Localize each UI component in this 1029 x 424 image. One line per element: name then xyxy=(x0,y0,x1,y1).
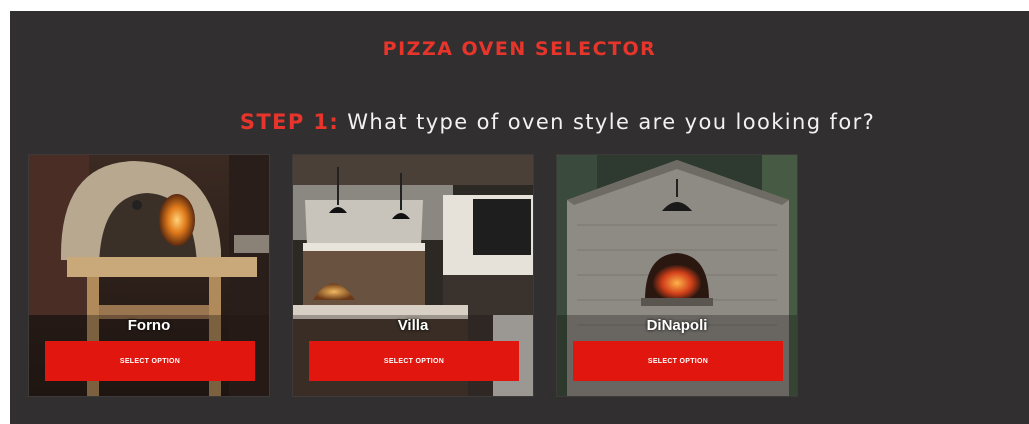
option-card-villa[interactable]: Villa SELECT OPTION xyxy=(292,154,534,397)
page-title: PIZZA OVEN SELECTOR xyxy=(382,38,657,60)
option-card-dinapoli[interactable]: DiNapoli SELECT OPTION xyxy=(556,154,798,397)
step-question-text: What type of oven style are you looking … xyxy=(347,110,876,134)
option-name: Forno xyxy=(127,317,171,334)
option-name: Villa xyxy=(397,317,429,334)
option-card-forno[interactable]: Forno SELECT OPTION xyxy=(28,154,270,397)
select-option-button-dinapoli[interactable]: SELECT OPTION xyxy=(573,341,783,381)
step-question: STEP 1: What type of oven style are you … xyxy=(10,110,1029,134)
step-number: STEP 1: xyxy=(239,110,340,134)
select-option-button-forno[interactable]: SELECT OPTION xyxy=(45,341,255,381)
select-option-button-villa[interactable]: SELECT OPTION xyxy=(309,341,519,381)
option-name: DiNapoli xyxy=(646,317,708,334)
oven-selector-panel: PIZZA OVEN SELECTOR STEP 1: What type of… xyxy=(10,11,1029,424)
